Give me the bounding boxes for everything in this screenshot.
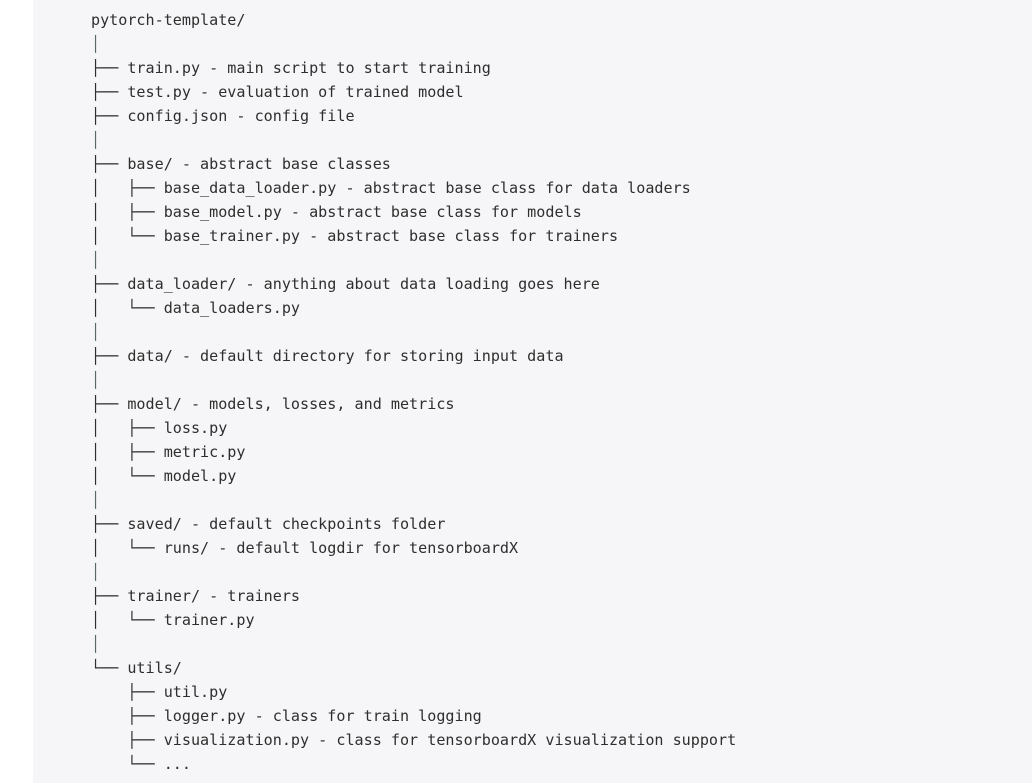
content-surface: pytorch-template/ │ ├── train.py - main sc… (33, 0, 1032, 783)
tree-line: │ ├── base_data_loader.py - abstract bas… (91, 179, 691, 197)
tree-line: │ └── trainer.py (91, 611, 255, 629)
tree-line: │ ├── metric.py (91, 443, 246, 461)
tree-line: │ (91, 563, 101, 581)
tree-line: ├── data_loader/ - anything about data l… (91, 275, 600, 293)
tree-line: │ ├── base_model.py - abstract base clas… (91, 203, 582, 221)
tree-line: ├── visualization.py - class for tensorb… (91, 731, 737, 749)
tree-line: ├── logger.py - class for train logging (91, 707, 482, 725)
tree-line: │ (91, 323, 101, 341)
tree-line: │ ├── loss.py (91, 419, 228, 437)
tree-line: │ (91, 35, 101, 53)
tree-line: │ (91, 491, 101, 509)
tree-line: └── utils/ (91, 659, 182, 677)
tree-line: ├── data/ - default directory for storin… (91, 347, 564, 365)
tree-line: ├── base/ - abstract base classes (91, 155, 391, 173)
tree-line: ├── model/ - models, losses, and metrics (91, 395, 455, 413)
tree-line: ├── config.json - config file (91, 107, 355, 125)
tree-line: └── ... (91, 755, 191, 773)
tree-line: │ └── data_loaders.py (91, 299, 301, 317)
tree-line: ├── trainer/ - trainers (91, 587, 301, 605)
tree-line: ├── test.py - evaluation of trained mode… (91, 83, 464, 101)
tree-line: │ └── model.py (91, 467, 237, 485)
tree-line: ├── util.py (91, 683, 228, 701)
tree-line: │ (91, 371, 101, 389)
directory-tree: pytorch-template/ │ ├── train.py - main sc… (91, 8, 1032, 776)
tree-line: pytorch-template/ (91, 11, 246, 29)
tree-line: │ (91, 131, 101, 149)
tree-line: ├── saved/ - default checkpoints folder (91, 515, 446, 533)
tree-line: │ └── base_trainer.py - abstract base cl… (91, 227, 619, 245)
tree-line: │ └── runs/ - default logdir for tensorb… (91, 539, 519, 557)
page-root: pytorch-template/ │ ├── train.py - main sc… (0, 0, 1032, 783)
tree-line: │ (91, 635, 101, 653)
tree-line: │ (91, 251, 101, 269)
tree-line: ├── train.py - main script to start trai… (91, 59, 491, 77)
